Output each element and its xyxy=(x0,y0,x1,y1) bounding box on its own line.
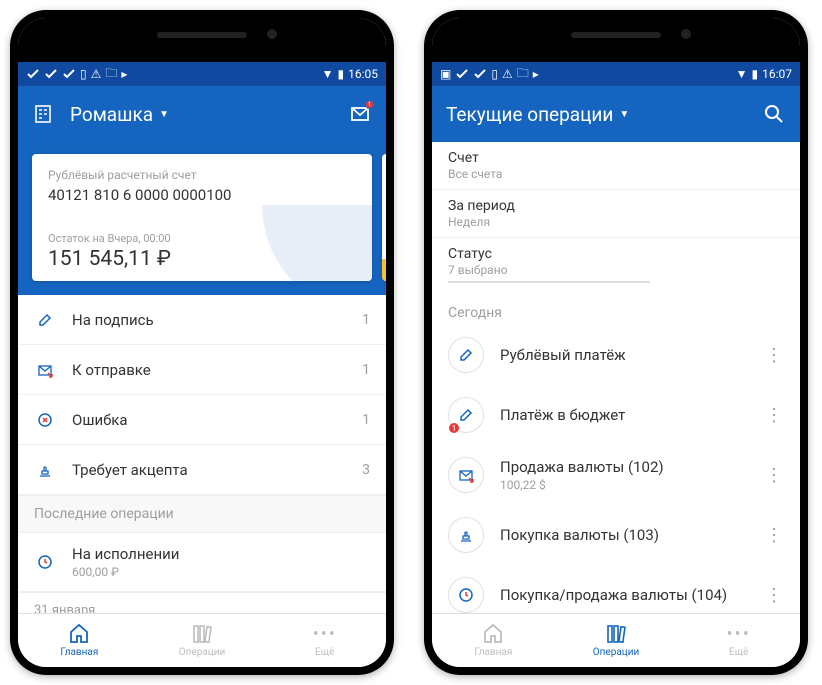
account-card[interactable]: Рублёвый расчетный счет 40121 810 6 0000… xyxy=(32,154,372,281)
status-warn-icon: ⚠ xyxy=(502,67,513,81)
error-icon xyxy=(34,409,56,431)
dropdown-icon: ▼ xyxy=(619,109,629,120)
status-check-icon xyxy=(473,67,487,81)
phone-right: ▣ ▯ ⚠ 🗀 ▸ ▼ ▮ 16:07 Текущие операции ▼ С… xyxy=(424,10,808,675)
messages-badge: 1 xyxy=(365,100,374,109)
status-check-icon xyxy=(62,67,76,81)
action-row-error[interactable]: Ошибка 1 xyxy=(18,395,386,445)
action-row-sign[interactable]: На подпись 1 xyxy=(18,295,386,345)
status-shop-icon: 🗀 xyxy=(105,64,117,85)
op-row[interactable]: 1 Платёж в бюджет ⋮ xyxy=(432,385,800,445)
status-play-icon: ▸ xyxy=(533,67,539,81)
action-count: 1 xyxy=(362,312,370,328)
card-label: Рублёвый расчетный счет xyxy=(48,168,356,182)
nav-ops[interactable]: Операции xyxy=(555,623,678,658)
section-today: Сегодня xyxy=(432,291,800,325)
action-count: 1 xyxy=(362,362,370,378)
stamp-icon xyxy=(34,459,56,481)
mail-send-icon xyxy=(448,457,484,493)
status-image-icon: ▣ xyxy=(440,67,451,81)
card-number: 40121 810 6 0000 0000100 xyxy=(48,186,356,204)
card-balance-label: Остаток на Вчера, 00:00 xyxy=(48,232,356,245)
status-check-icon xyxy=(26,67,40,81)
messages-button[interactable]: 1 xyxy=(348,102,372,126)
pencil-icon xyxy=(34,309,56,331)
op-row[interactable]: Покупка валюты (103) ⋮ xyxy=(432,505,800,565)
op-row[interactable]: Покупка/продажа валюты (104) ⋮ xyxy=(432,565,800,613)
clock-icon xyxy=(34,551,56,573)
more-button[interactable]: ⋮ xyxy=(764,525,784,546)
recent-op-row[interactable]: На исполнении 600,00 ₽ xyxy=(18,533,386,592)
status-warn-icon: ⚠ xyxy=(91,67,102,81)
app-header: Ромашка ▼ 1 xyxy=(18,86,386,142)
status-batt-icon: ▮ xyxy=(752,67,759,81)
op-badge: 1 xyxy=(448,422,460,434)
status-phone-icon: ▯ xyxy=(80,67,87,81)
nav-ops[interactable]: Операции xyxy=(141,623,264,658)
dropdown-icon: ▼ xyxy=(159,109,169,120)
status-phone-icon: ▯ xyxy=(491,67,498,81)
status-play-icon: ▸ xyxy=(121,67,127,81)
home-icon xyxy=(68,623,90,645)
main-content: Счет Все счета За период Неделя Статус 7… xyxy=(432,142,800,613)
nav-home[interactable]: Главная xyxy=(432,623,555,658)
more-icon: ••• xyxy=(728,623,750,645)
status-time: 16:05 xyxy=(348,67,378,81)
more-button[interactable]: ⋮ xyxy=(764,405,784,426)
status-bar: ▯ ⚠ 🗀 ▸ ▼ ▮ 16:05 xyxy=(18,62,386,86)
status-batt-icon: ▮ xyxy=(338,67,345,81)
filter-account[interactable]: Счет Все счета xyxy=(432,142,800,190)
more-button[interactable]: ⋮ xyxy=(764,585,784,606)
status-check-icon xyxy=(44,67,58,81)
pencil-icon xyxy=(448,337,484,373)
header-title: Ромашка xyxy=(70,103,153,126)
status-time: 16:07 xyxy=(762,67,792,81)
action-count: 3 xyxy=(362,462,370,478)
op-row[interactable]: Продажа валюты (102) 100,22 $ ⋮ xyxy=(432,445,800,505)
status-wifi-icon: ▼ xyxy=(736,67,748,81)
ops-icon xyxy=(605,623,627,645)
filter-period[interactable]: За период Неделя xyxy=(432,190,800,238)
nav-more[interactable]: ••• Ещё xyxy=(263,623,386,658)
op-row[interactable]: Рублёвый платёж ⋮ xyxy=(432,325,800,385)
next-card-peek[interactable] xyxy=(382,154,386,281)
clock-icon xyxy=(448,577,484,613)
status-bar: ▣ ▯ ⚠ 🗀 ▸ ▼ ▮ 16:07 xyxy=(432,62,800,86)
home-icon xyxy=(482,623,504,645)
company-icon[interactable] xyxy=(32,102,56,126)
phone-left: ▯ ⚠ 🗀 ▸ ▼ ▮ 16:05 Ромашка ▼ 1 xyxy=(10,10,394,675)
more-button[interactable]: ⋮ xyxy=(764,465,784,486)
header-title-dropdown[interactable]: Ромашка ▼ xyxy=(70,103,169,126)
ops-icon xyxy=(191,623,213,645)
header-title-dropdown[interactable]: Текущие операции ▼ xyxy=(446,103,629,126)
nav-more[interactable]: ••• Ещё xyxy=(677,623,800,658)
account-card-area: Рублёвый расчетный счет 40121 810 6 0000… xyxy=(18,142,386,295)
more-button[interactable]: ⋮ xyxy=(764,345,784,366)
app-header: Текущие операции ▼ xyxy=(432,86,800,142)
action-row-send[interactable]: К отправке 1 xyxy=(18,345,386,395)
filter-status[interactable]: Статус 7 выбрано xyxy=(432,238,800,291)
date-section: 31 января xyxy=(18,592,386,613)
stamp-icon xyxy=(448,517,484,553)
more-icon: ••• xyxy=(314,623,336,645)
bottom-nav: Главная Операции ••• Ещё xyxy=(18,613,386,667)
status-check-icon xyxy=(455,67,469,81)
header-title: Текущие операции xyxy=(446,103,613,126)
main-content: На подпись 1 К отправке 1 Ошибка 1 Требу… xyxy=(18,295,386,613)
search-button[interactable] xyxy=(762,102,786,126)
status-wifi-icon: ▼ xyxy=(322,67,334,81)
status-shop-icon: 🗀 xyxy=(517,64,529,85)
action-row-accept[interactable]: Требует акцепта 3 xyxy=(18,445,386,495)
pencil-icon: 1 xyxy=(448,397,484,433)
recent-ops-header: Последние операции xyxy=(18,495,386,533)
nav-home[interactable]: Главная xyxy=(18,623,141,658)
bottom-nav: Главная Операции ••• Ещё xyxy=(432,613,800,667)
card-balance: 151 545,11 ₽ xyxy=(48,247,356,271)
action-count: 1 xyxy=(362,412,370,428)
mail-send-icon xyxy=(34,359,56,381)
